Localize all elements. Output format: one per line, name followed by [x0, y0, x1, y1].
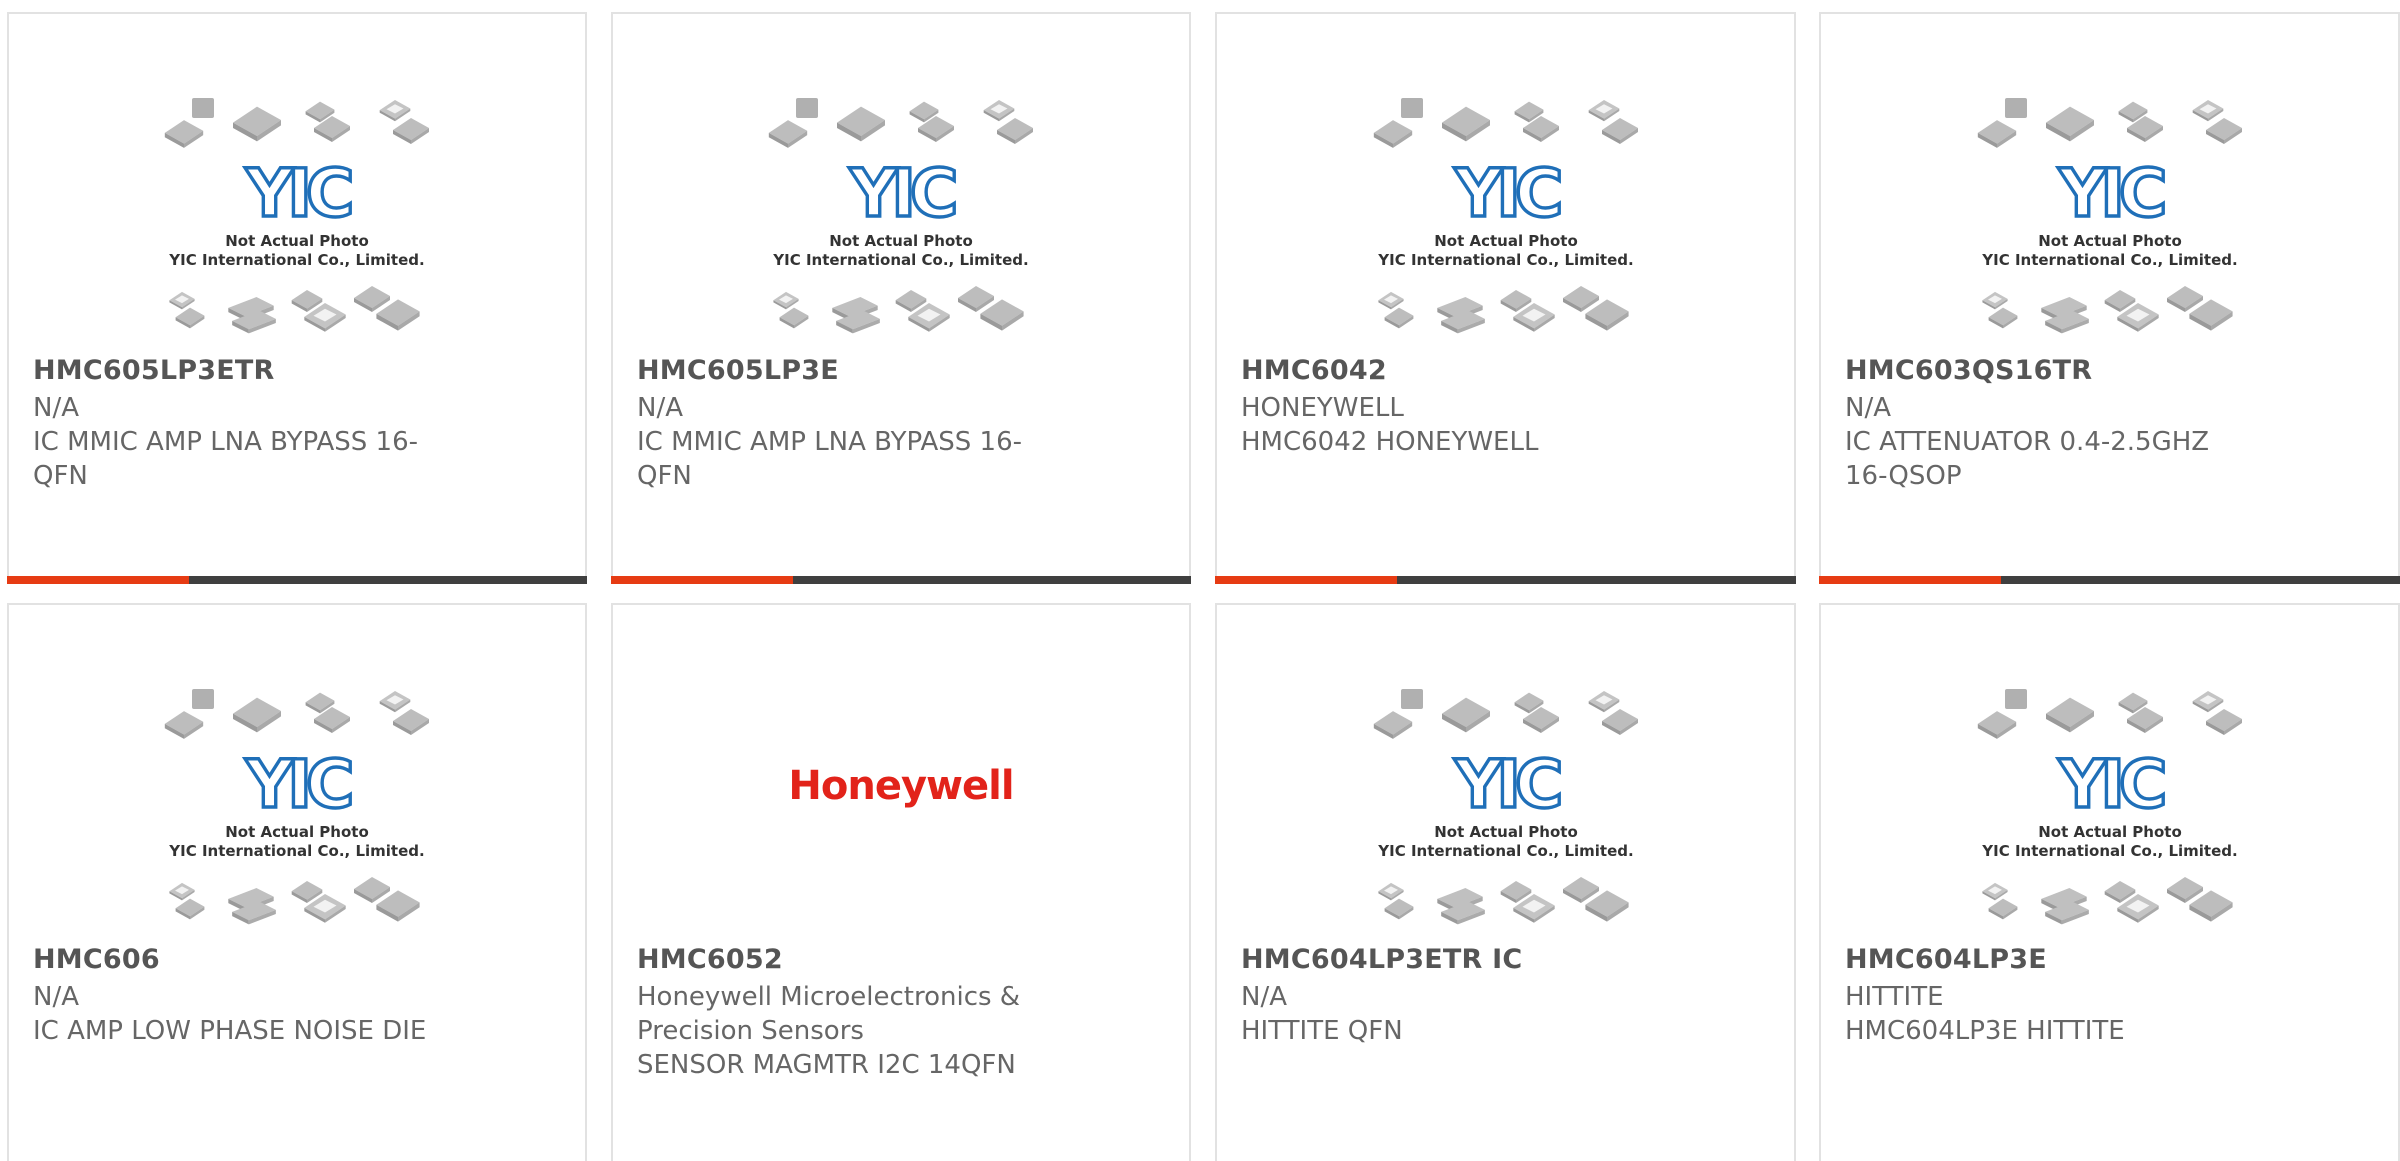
card-bottom-bar — [611, 576, 1191, 584]
yic-placeholder-image: YIC Not Actual Photo YIC International C… — [1977, 689, 2242, 925]
yic-placeholder-image: YIC Not Actual Photo YIC International C… — [1373, 98, 1638, 334]
product-image[interactable]: YIC Not Actual Photo YIC International C… — [1217, 689, 1794, 949]
description: IC AMP LOW PHASE NOISE DIE — [33, 1016, 427, 1046]
product-card[interactable]: Honeywell HMC6052 Honeywell Microelectro… — [611, 603, 1191, 1161]
card-bottom-bar — [1819, 576, 2400, 584]
svg-text:Not Actual Photo: Not Actual Photo — [225, 232, 369, 250]
yic-placeholder-image: YIC Not Actual Photo YIC International C… — [1977, 98, 2242, 334]
svg-text:YIC: YIC — [2057, 746, 2163, 823]
yic-logo-icon: YIC — [2055, 744, 2171, 824]
svg-text:YIC International Co., Limited: YIC International Co., Limited. — [1377, 251, 1633, 269]
product-info: Honeywell Microelectronics & Precision S… — [637, 980, 1047, 1082]
description: HMC6042 HONEYWELL — [1241, 427, 1539, 457]
svg-text:Not Actual Photo: Not Actual Photo — [225, 823, 369, 841]
description: SENSOR MAGMTR I2C 14QFN — [637, 1050, 1016, 1080]
svg-text:YIC International Co., Limited: YIC International Co., Limited. — [168, 251, 424, 269]
card-accent-bar — [7, 576, 189, 584]
svg-text:YIC: YIC — [1453, 746, 1559, 823]
manufacturer: N/A — [33, 982, 79, 1012]
product-info: N/A IC MMIC AMP LNA BYPASS 16-QFN — [637, 391, 1047, 493]
yic-logo-icon: YIC — [1451, 744, 1567, 824]
svg-text:YIC International Co., Limited: YIC International Co., Limited. — [168, 842, 424, 860]
product-grid: YIC Not Actual Photo YIC International C… — [0, 0, 2400, 1161]
yic-logo-icon: YIC — [243, 153, 359, 233]
part-number[interactable]: HMC604LP3E — [1845, 944, 2047, 975]
svg-text:Not Actual Photo: Not Actual Photo — [829, 232, 973, 250]
product-card[interactable]: YIC Not Actual Photo YIC International C… — [1215, 12, 1796, 584]
description: IC MMIC AMP LNA BYPASS 16-QFN — [637, 427, 1023, 491]
part-number[interactable]: HMC604LP3ETR IC — [1241, 944, 1522, 975]
svg-text:YIC: YIC — [245, 746, 351, 823]
part-number[interactable]: HMC6042 — [1241, 355, 1387, 386]
svg-text:YIC International Co., Limited: YIC International Co., Limited. — [772, 251, 1028, 269]
manufacturer: N/A — [33, 393, 79, 423]
svg-text:Not Actual Photo: Not Actual Photo — [1434, 232, 1578, 250]
svg-text:YIC: YIC — [245, 155, 351, 232]
product-info: HITTITE HMC604LP3E HITTITE — [1845, 980, 2255, 1048]
product-image[interactable]: YIC Not Actual Photo YIC International C… — [1821, 98, 2398, 358]
part-number[interactable]: HMC603QS16TR — [1845, 355, 2092, 386]
manufacturer: N/A — [1845, 393, 1891, 423]
product-info: HONEYWELL HMC6042 HONEYWELL — [1241, 391, 1651, 459]
svg-text:YIC International Co., Limited: YIC International Co., Limited. — [1981, 251, 2237, 269]
honeywell-logo-icon: Honeywell — [788, 763, 1014, 809]
card-bottom-bar — [7, 576, 587, 584]
product-info: N/A IC MMIC AMP LNA BYPASS 16-QFN — [33, 391, 443, 493]
yic-logo-icon: YIC — [1451, 153, 1567, 233]
yic-placeholder-image: YIC Not Actual Photo YIC International C… — [768, 98, 1033, 334]
yic-placeholder-image: YIC Not Actual Photo YIC International C… — [1373, 689, 1638, 925]
product-card[interactable]: YIC Not Actual Photo YIC International C… — [7, 12, 587, 584]
product-image[interactable]: YIC Not Actual Photo YIC International C… — [9, 689, 585, 949]
product-image[interactable]: YIC Not Actual Photo YIC International C… — [9, 98, 585, 358]
manufacturer: N/A — [637, 393, 683, 423]
product-card[interactable]: YIC Not Actual Photo YIC International C… — [611, 12, 1191, 584]
svg-text:YIC: YIC — [2057, 155, 2163, 232]
card-accent-bar — [1819, 576, 2001, 584]
yic-placeholder-image: YIC Not Actual Photo YIC International C… — [164, 98, 429, 334]
part-number[interactable]: HMC605LP3ETR — [33, 355, 274, 386]
svg-text:YIC International Co., Limited: YIC International Co., Limited. — [1981, 842, 2237, 860]
card-accent-bar — [1215, 576, 1397, 584]
part-number[interactable]: HMC606 — [33, 944, 160, 975]
product-image[interactable]: YIC Not Actual Photo YIC International C… — [1217, 98, 1794, 358]
product-info: N/A IC ATTENUATOR 0.4-2.5GHZ 16-QSOP — [1845, 391, 2255, 493]
yic-logo-icon: YIC — [847, 153, 963, 233]
product-card[interactable]: YIC Not Actual Photo YIC International C… — [1215, 603, 1796, 1161]
manufacturer: HITTITE — [1845, 982, 1944, 1012]
manufacturer: Honeywell Microelectronics & Precision S… — [637, 982, 1021, 1046]
product-card[interactable]: YIC Not Actual Photo YIC International C… — [1819, 12, 2400, 584]
product-image[interactable]: Honeywell — [613, 689, 1189, 949]
yic-placeholder-image: YIC Not Actual Photo YIC International C… — [164, 689, 429, 925]
product-image[interactable]: YIC Not Actual Photo YIC International C… — [613, 98, 1189, 358]
description: HITTITE QFN — [1241, 1016, 1403, 1046]
svg-text:Not Actual Photo: Not Actual Photo — [1434, 823, 1578, 841]
description: HMC604LP3E HITTITE — [1845, 1016, 2125, 1046]
product-card[interactable]: YIC Not Actual Photo YIC International C… — [7, 603, 587, 1161]
part-number[interactable]: HMC605LP3E — [637, 355, 839, 386]
product-card[interactable]: YIC Not Actual Photo YIC International C… — [1819, 603, 2400, 1161]
svg-text:YIC: YIC — [1453, 155, 1559, 232]
manufacturer: HONEYWELL — [1241, 393, 1404, 423]
yic-logo-icon: YIC — [243, 744, 359, 824]
manufacturer: N/A — [1241, 982, 1287, 1012]
yic-logo-icon: YIC — [2055, 153, 2171, 233]
svg-text:Not Actual Photo: Not Actual Photo — [2038, 232, 2182, 250]
product-info: N/A IC AMP LOW PHASE NOISE DIE — [33, 980, 443, 1048]
card-bottom-bar — [1215, 576, 1796, 584]
description: IC ATTENUATOR 0.4-2.5GHZ 16-QSOP — [1845, 427, 2210, 491]
card-accent-bar — [611, 576, 793, 584]
product-info: N/A HITTITE QFN — [1241, 980, 1651, 1048]
product-image[interactable]: YIC Not Actual Photo YIC International C… — [1821, 689, 2398, 949]
svg-text:YIC: YIC — [849, 155, 955, 232]
part-number[interactable]: HMC6052 — [637, 944, 783, 975]
description: IC MMIC AMP LNA BYPASS 16-QFN — [33, 427, 419, 491]
svg-text:Not Actual Photo: Not Actual Photo — [2038, 823, 2182, 841]
svg-text:YIC International Co., Limited: YIC International Co., Limited. — [1377, 842, 1633, 860]
